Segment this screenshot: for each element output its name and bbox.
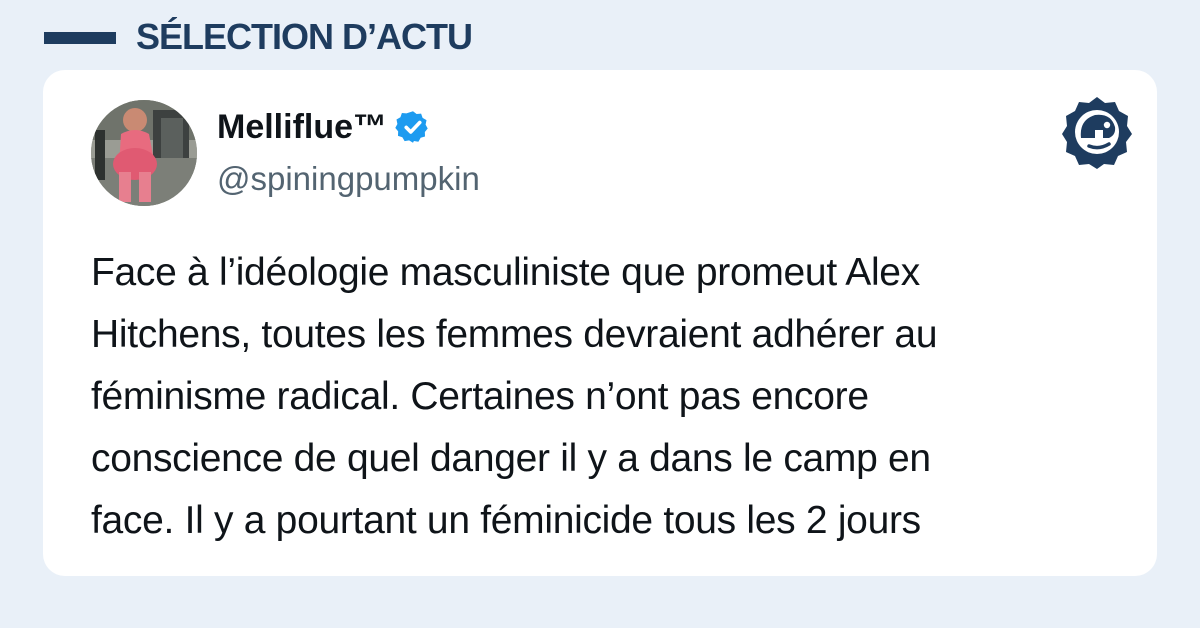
tweet-text-line: conscience de quel danger il y a dans le…	[91, 437, 931, 480]
tweet-text-line: face. Il y a pourtant un féminicide tous…	[91, 499, 921, 542]
section-title: SÉLECTION D’ACTU	[136, 16, 473, 57]
tweet-card: Melliflue™ @spiningpumpkin Face à l’idéo…	[43, 70, 1157, 576]
tweet-text-line: féminisme radical. Certaines n’ont pas e…	[91, 375, 869, 418]
brand-logo-icon	[1059, 94, 1135, 170]
avatar-image	[91, 100, 197, 206]
tweet-text-line: Hitchens, toutes les femmes devraient ad…	[91, 313, 938, 356]
tweet-text: Face à l’idéologie masculiniste que prom…	[91, 242, 1131, 552]
user-handle[interactable]: @spiningpumpkin	[217, 158, 480, 200]
tweet-text-line: Face à l’idéologie masculiniste que prom…	[91, 251, 920, 294]
avatar[interactable]	[91, 100, 197, 206]
display-name[interactable]: Melliflue™	[217, 106, 387, 148]
verified-badge-icon	[395, 109, 431, 145]
header-accent-bar	[44, 32, 116, 44]
tweet-author[interactable]: Melliflue™	[217, 106, 431, 148]
